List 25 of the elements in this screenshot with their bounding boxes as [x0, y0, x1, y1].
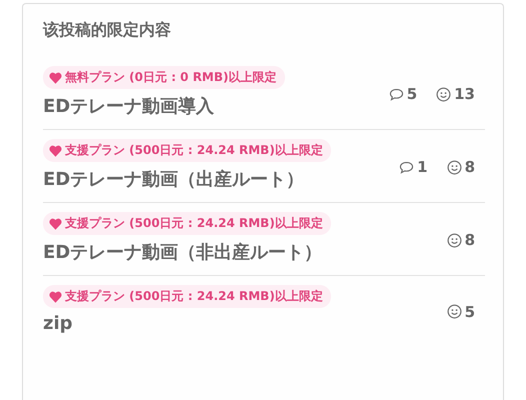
plan-label: 無料プラン (0日元 : 0 RMB)以上限定	[65, 69, 277, 86]
section-title: 该投稿的限定内容	[43, 20, 172, 41]
reaction-count: 8	[464, 231, 475, 249]
comment-count: 1	[417, 158, 428, 176]
smiley-icon	[446, 160, 462, 174]
comment-count: 5	[406, 85, 418, 103]
comment-icon	[388, 88, 404, 100]
plan-label: 支援プラン (500日元 : 24.24 RMB)以上限定	[65, 288, 323, 305]
smiley-icon	[446, 232, 462, 248]
smiley-icon	[446, 304, 462, 319]
plan-label: 支援プラン (500日元 : 24.24 RMB)以上限定	[65, 142, 323, 159]
post-title[interactable]: EDテレーナ動画導入	[43, 94, 389, 118]
reaction-count: 8	[464, 158, 475, 176]
smiley-icon	[436, 86, 452, 102]
heart-icon	[49, 218, 62, 230]
reaction-count: 5	[464, 302, 475, 320]
reaction-count: 13	[454, 85, 475, 103]
post-title[interactable]: EDテレーナ動画（非出産ルート）	[43, 240, 431, 264]
post-title[interactable]: EDテレーナ動画（出産ルート）	[43, 167, 400, 191]
heart-icon	[49, 290, 62, 302]
post-title[interactable]: zip	[43, 313, 431, 334]
heart-icon	[49, 72, 62, 84]
comment-icon	[399, 160, 414, 174]
heart-icon	[49, 144, 62, 156]
plan-label: 支援プラン (500日元 : 24.24 RMB)以上限定	[65, 215, 323, 232]
